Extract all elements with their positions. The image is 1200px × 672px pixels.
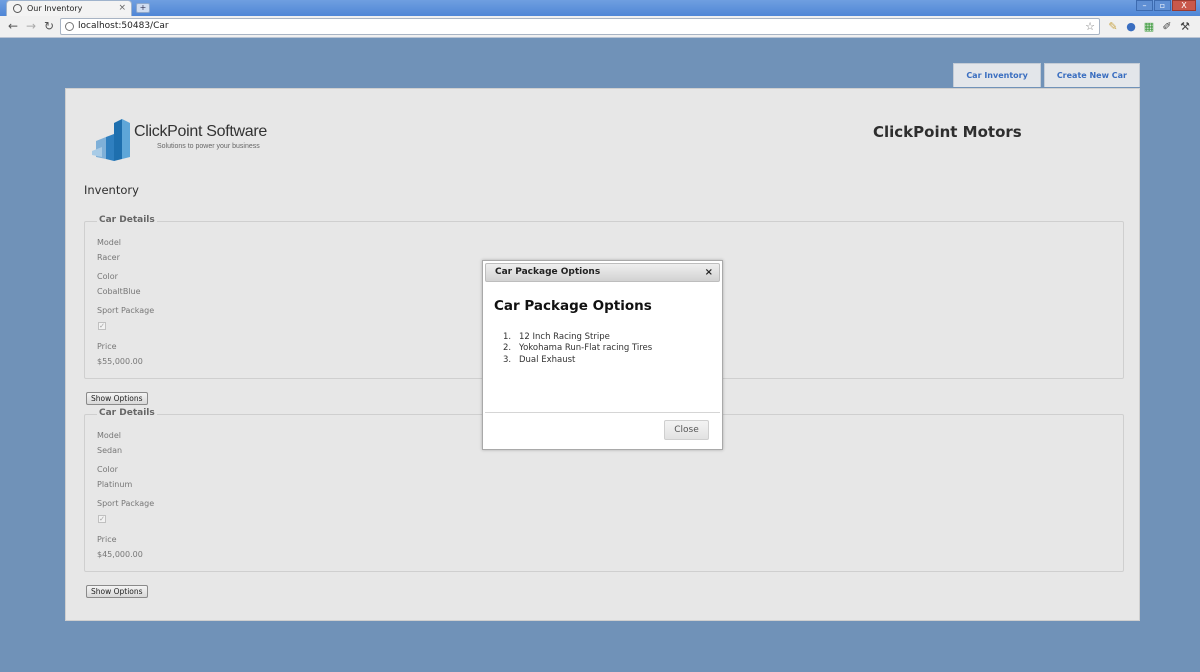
dialog-close-button[interactable]: Close (664, 420, 709, 440)
nav-car-inventory[interactable]: Car Inventory (953, 63, 1041, 87)
address-bar[interactable]: localhost:50483/Car ☆ (60, 18, 1100, 35)
color-label: Color (97, 465, 118, 474)
company-logo: ClickPoint Software Solutions to power y… (92, 117, 272, 163)
sport-package-checkbox[interactable]: ✓ (98, 515, 106, 523)
package-options-dialog: Car Package Options × Car Package Option… (482, 260, 723, 450)
model-value: Sedan (97, 446, 123, 455)
page-title: Inventory (84, 183, 139, 197)
tab-title: Our Inventory (27, 4, 83, 13)
logo-name: ClickPoint Software (134, 123, 268, 140)
extension-chart-icon[interactable]: ▦ (1142, 20, 1156, 34)
reload-icon[interactable]: ↻ (42, 19, 56, 33)
price-value: $45,000.00 (97, 550, 143, 559)
dialog-heading: Car Package Options (494, 298, 652, 314)
logo-tagline: Solutions to power your business (157, 143, 260, 150)
back-arrow-icon[interactable]: ← (6, 19, 20, 33)
sport-package-checkbox[interactable]: ✓ (98, 322, 106, 330)
list-item: 3. Dual Exhaust (503, 354, 576, 365)
fieldset-legend: Car Details (97, 408, 157, 418)
site-title: ClickPoint Motors (873, 123, 1022, 141)
site-nav: Car Inventory Create New Car (953, 63, 1140, 87)
extension-globe-icon[interactable]: ● (1124, 20, 1138, 34)
fieldset-legend: Car Details (97, 215, 157, 225)
restore-button[interactable]: ▫ (1154, 0, 1171, 11)
tab-close-icon[interactable]: × (118, 1, 126, 16)
page-info-icon[interactable] (65, 22, 74, 31)
nav-create-new-car[interactable]: Create New Car (1043, 63, 1140, 87)
color-value: Platinum (97, 480, 133, 489)
price-value: $55,000.00 (97, 357, 143, 366)
address-text: localhost:50483/Car (78, 21, 169, 31)
color-value: CobaltBlue (97, 287, 141, 296)
show-options-button[interactable]: Show Options (86, 392, 148, 405)
page-favicon-icon (13, 4, 22, 13)
price-label: Price (97, 535, 117, 544)
browser-tab[interactable]: Our Inventory × (6, 0, 132, 16)
list-item: 2. Yokohama Run-Flat racing Tires (503, 343, 653, 354)
price-label: Price (97, 342, 117, 351)
dialog-title: Car Package Options (495, 267, 601, 277)
sport-package-label: Sport Package (97, 306, 155, 315)
sport-package-label: Sport Package (97, 499, 155, 508)
package-options-list: 1. 12 Inch Racing Stripe 2. Yokohama Run-F… (503, 332, 652, 366)
dialog-divider (485, 412, 720, 413)
wrench-menu-icon[interactable]: ⚒ (1178, 20, 1192, 34)
extension-pencil-icon[interactable]: ✎ (1106, 20, 1120, 34)
browser-tab-strip: Our Inventory × + – ▫ X (0, 0, 1200, 16)
dialog-close-icon[interactable]: × (705, 264, 713, 281)
forward-arrow-icon[interactable]: → (24, 19, 38, 33)
extension-eyedropper-icon[interactable]: ✐ (1160, 20, 1174, 34)
new-tab-button[interactable]: + (136, 3, 150, 13)
model-label: Model (97, 238, 122, 247)
bookmark-star-icon[interactable]: ☆ (1085, 19, 1095, 34)
model-label: Model (97, 431, 122, 440)
show-options-button[interactable]: Show Options (86, 585, 148, 598)
window-controls: – ▫ X (1136, 0, 1196, 12)
color-label: Color (97, 272, 118, 281)
buildings-logo-icon (92, 119, 130, 161)
minimize-button[interactable]: – (1136, 0, 1153, 11)
dialog-titlebar[interactable]: Car Package Options × (485, 263, 720, 282)
browser-toolbar: ← → ↻ localhost:50483/Car ☆ ✎ ● ▦ ✐ ⚒ (0, 16, 1200, 38)
list-item: 1. 12 Inch Racing Stripe (503, 332, 610, 342)
window-close-button[interactable]: X (1172, 0, 1196, 11)
model-value: Racer (97, 253, 120, 262)
